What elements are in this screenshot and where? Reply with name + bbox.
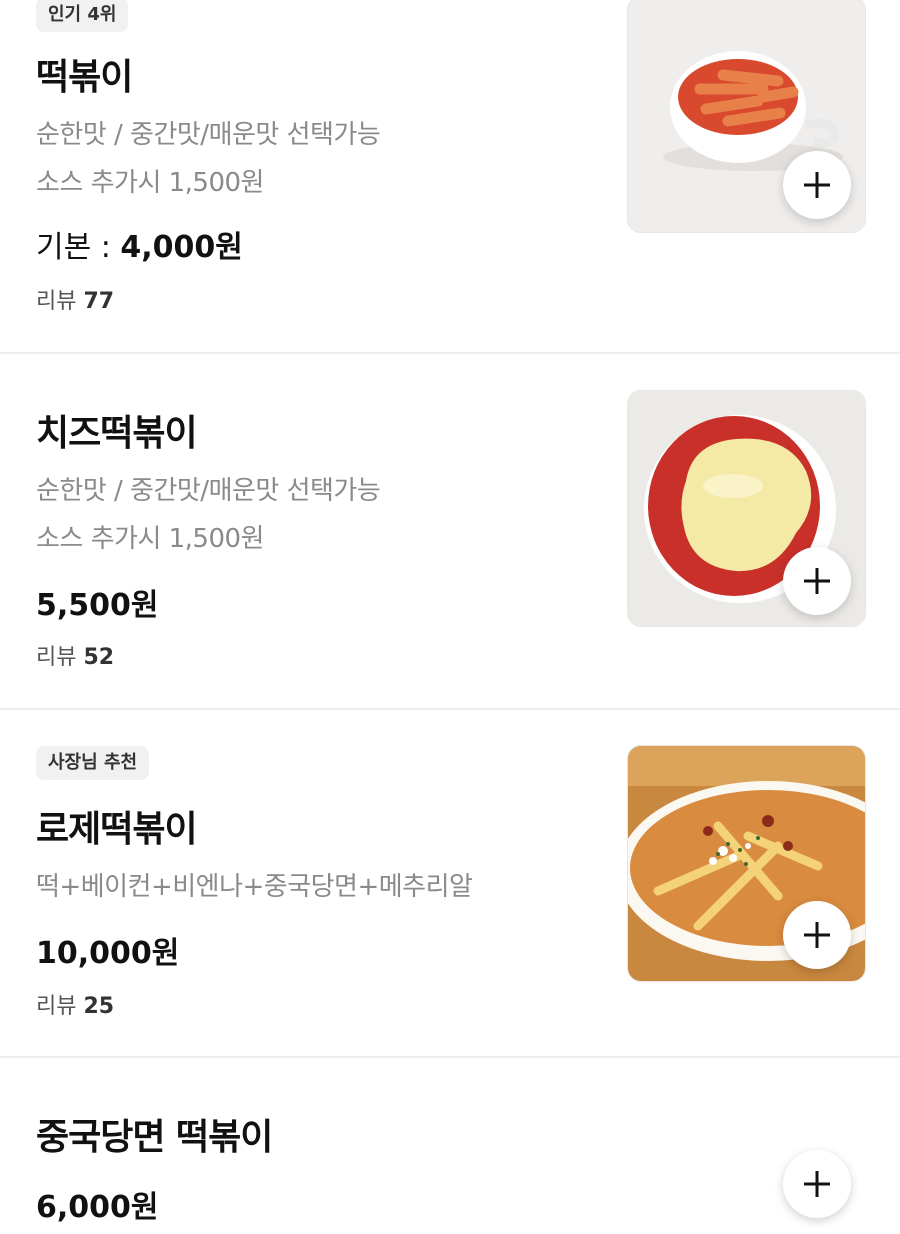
menu-item-name: 떡볶이 (36, 57, 133, 98)
menu-item-review: 리뷰 25 (36, 988, 114, 1020)
menu-item-price: 6,000원 (36, 1182, 159, 1226)
menu-item-description: 순한맛 / 중간맛/매운맛 선택가능 (36, 120, 381, 150)
menu-item[interactable]: 중국당면 떡볶이 6,000원 (0, 1058, 900, 1234)
menu-item-description: 떡+베이컨+비엔나+중국당면+메추리알 (36, 872, 473, 902)
plus-icon (804, 172, 830, 198)
menu-item-description: 소스 추가시 1,500원 (36, 168, 264, 198)
price-value: 6,000원 (36, 1190, 159, 1225)
review-count: 52 (83, 645, 115, 670)
plus-icon (804, 568, 830, 594)
menu-item-description: 순한맛 / 중간맛/매운맛 선택가능 (36, 476, 381, 506)
price-label: 기본 : (36, 230, 121, 265)
menu-item-review: 리뷰 77 (36, 283, 114, 315)
plus-icon (804, 1171, 830, 1197)
menu-item[interactable]: 치즈떡볶이 순한맛 / 중간맛/매운맛 선택가능 소스 추가시 1,500원 5… (0, 354, 900, 708)
review-label: 리뷰 (36, 994, 84, 1019)
add-to-cart-button[interactable] (783, 901, 851, 969)
review-count: 25 (83, 994, 115, 1019)
menu-item-name: 치즈떡볶이 (36, 413, 198, 454)
popularity-badge: 인기 4위 (36, 0, 129, 32)
menu-item-price: 10,000원 (36, 928, 179, 972)
menu-item[interactable]: 인기 4위 떡볶이 순한맛 / 중간맛/매운맛 선택가능 소스 추가시 1,50… (0, 0, 900, 352)
menu-item[interactable]: 사장님 추천 로제떡볶이 떡+베이컨+비엔나+중국당면+메추리알 10,000원… (0, 710, 900, 1056)
plus-icon (804, 922, 830, 948)
review-label: 리뷰 (36, 645, 84, 670)
price-value: 5,500원 (36, 588, 159, 623)
price-value: 4,000원 (120, 230, 243, 265)
menu-item-description: 소스 추가시 1,500원 (36, 524, 264, 554)
review-label: 리뷰 (36, 289, 84, 314)
menu-item-price: 기본 : 4,000원 (36, 222, 243, 266)
price-value: 10,000원 (36, 936, 180, 971)
menu-item-review: 리뷰 52 (36, 639, 114, 671)
add-to-cart-button[interactable] (783, 1150, 851, 1218)
review-count: 77 (83, 289, 115, 314)
add-to-cart-button[interactable] (783, 151, 851, 219)
menu-item-name: 로제떡볶이 (36, 809, 198, 850)
recommendation-badge: 사장님 추천 (36, 746, 150, 780)
add-to-cart-button[interactable] (783, 547, 851, 615)
menu-item-name: 중국당면 떡볶이 (36, 1117, 273, 1158)
menu-item-price: 5,500원 (36, 580, 159, 624)
